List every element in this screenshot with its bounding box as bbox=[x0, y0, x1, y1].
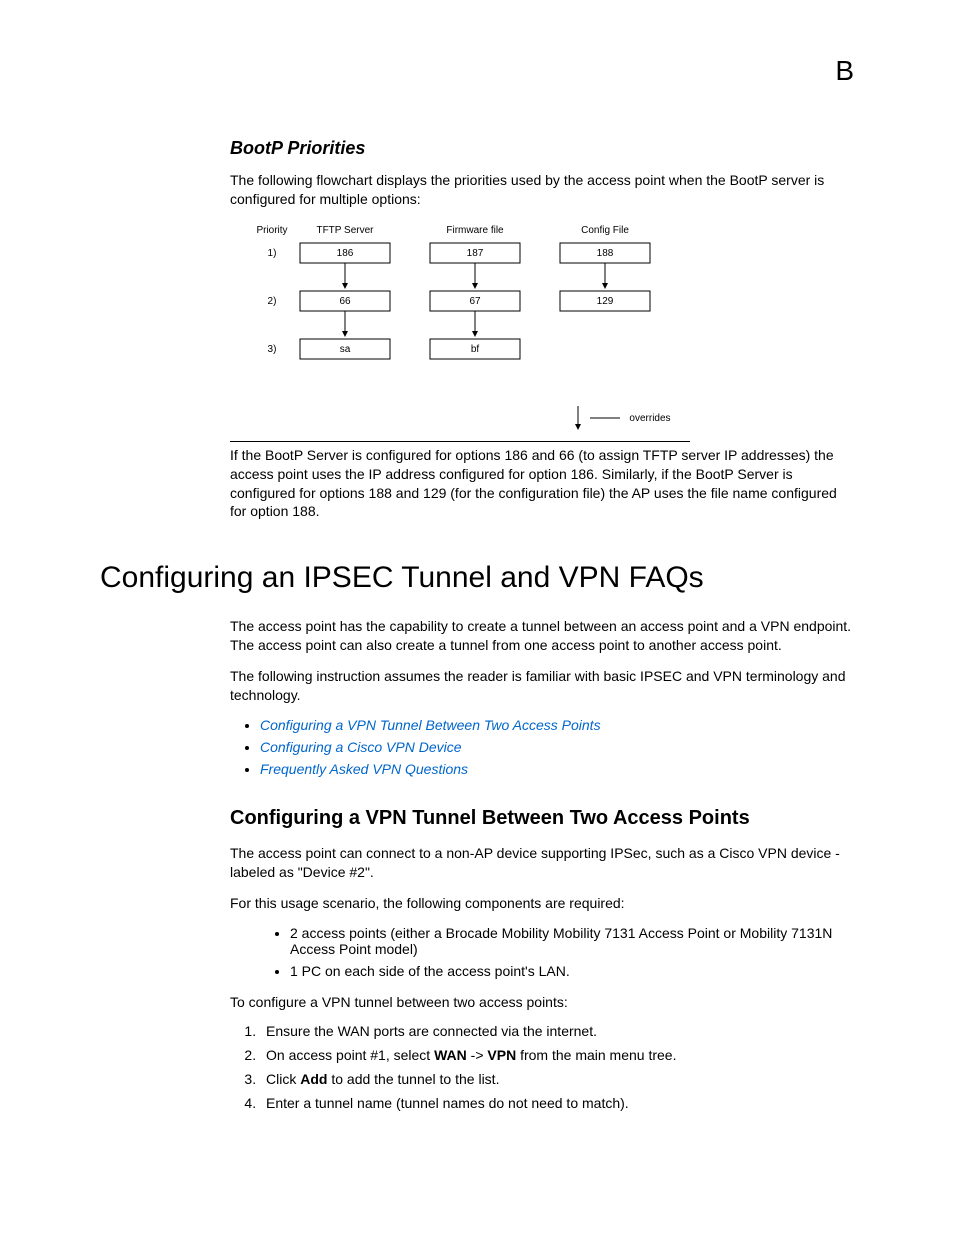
cell-1c: 188 bbox=[597, 248, 614, 259]
sub-p3: To configure a VPN tunnel between two ac… bbox=[230, 993, 854, 1012]
list-item: 1 PC on each side of the access point's … bbox=[290, 963, 854, 979]
flowchart-figure: Priority TFTP Server Firmware file Confi… bbox=[230, 221, 690, 442]
list-item: Configuring a VPN Tunnel Between Two Acc… bbox=[260, 717, 854, 733]
col-priority-label: Priority bbox=[256, 225, 287, 236]
cell-1a: 186 bbox=[337, 248, 354, 259]
step-2-text-c: -> bbox=[467, 1047, 488, 1063]
after-flowchart-paragraph: If the BootP Server is configured for op… bbox=[230, 446, 854, 522]
step-3-text-a: Click bbox=[266, 1071, 300, 1087]
sub-p2: For this usage scenario, the following c… bbox=[230, 894, 854, 913]
step-1: Ensure the WAN ports are connected via t… bbox=[260, 1023, 854, 1039]
list-item: 2 access points (either a Brocade Mobili… bbox=[290, 925, 854, 957]
step-3-text-c: to add the tunnel to the list. bbox=[327, 1071, 499, 1087]
overrides-label: overrides bbox=[629, 413, 670, 424]
list-item: Frequently Asked VPN Questions bbox=[260, 761, 854, 777]
wan-bold: WAN bbox=[434, 1047, 467, 1063]
steps-list: Ensure the WAN ports are connected via t… bbox=[230, 1023, 854, 1111]
step-4: Enter a tunnel name (tunnel names do not… bbox=[260, 1095, 854, 1111]
cell-2c: 129 bbox=[597, 296, 614, 307]
toc-link-list: Configuring a VPN Tunnel Between Two Acc… bbox=[230, 717, 854, 777]
link-faq-vpn[interactable]: Frequently Asked VPN Questions bbox=[260, 761, 468, 777]
cell-3a: sa bbox=[340, 344, 351, 355]
priority-2: 2) bbox=[268, 296, 277, 307]
list-item: Configuring a Cisco VPN Device bbox=[260, 739, 854, 755]
intro3-paragraph: The following instruction assumes the re… bbox=[230, 667, 854, 705]
col-tftp-label: TFTP Server bbox=[316, 225, 374, 236]
sub-p1: The access point can connect to a non-AP… bbox=[230, 844, 854, 882]
step-2: On access point #1, select WAN -> VPN fr… bbox=[260, 1047, 854, 1063]
link-vpn-tunnel-two-ap[interactable]: Configuring a VPN Tunnel Between Two Acc… bbox=[260, 717, 601, 733]
main-heading: Configuring an IPSEC Tunnel and VPN FAQs bbox=[100, 561, 854, 595]
section-heading-bootp: BootP Priorities bbox=[230, 138, 854, 159]
cell-2b: 67 bbox=[469, 296, 481, 307]
vpn-bold: VPN bbox=[487, 1047, 516, 1063]
step-2-text-a: On access point #1, select bbox=[266, 1047, 434, 1063]
col-firmware-label: Firmware file bbox=[446, 225, 504, 236]
components-list: 2 access points (either a Brocade Mobili… bbox=[260, 925, 854, 979]
add-bold: Add bbox=[300, 1071, 327, 1087]
appendix-letter: B bbox=[835, 55, 854, 87]
col-config-label: Config File bbox=[581, 225, 629, 236]
intro-paragraph: The following flowchart displays the pri… bbox=[230, 171, 854, 209]
step-2-text-e: from the main menu tree. bbox=[516, 1047, 676, 1063]
cell-1b: 187 bbox=[467, 248, 484, 259]
intro2-paragraph: The access point has the capability to c… bbox=[230, 617, 854, 655]
cell-3b: bf bbox=[471, 344, 480, 355]
cell-2a: 66 bbox=[339, 296, 351, 307]
priority-3: 3) bbox=[268, 344, 277, 355]
step-3: Click Add to add the tunnel to the list. bbox=[260, 1071, 854, 1087]
sub-heading: Configuring a VPN Tunnel Between Two Acc… bbox=[230, 807, 854, 830]
link-cisco-vpn[interactable]: Configuring a Cisco VPN Device bbox=[260, 739, 462, 755]
priority-1: 1) bbox=[268, 248, 277, 259]
